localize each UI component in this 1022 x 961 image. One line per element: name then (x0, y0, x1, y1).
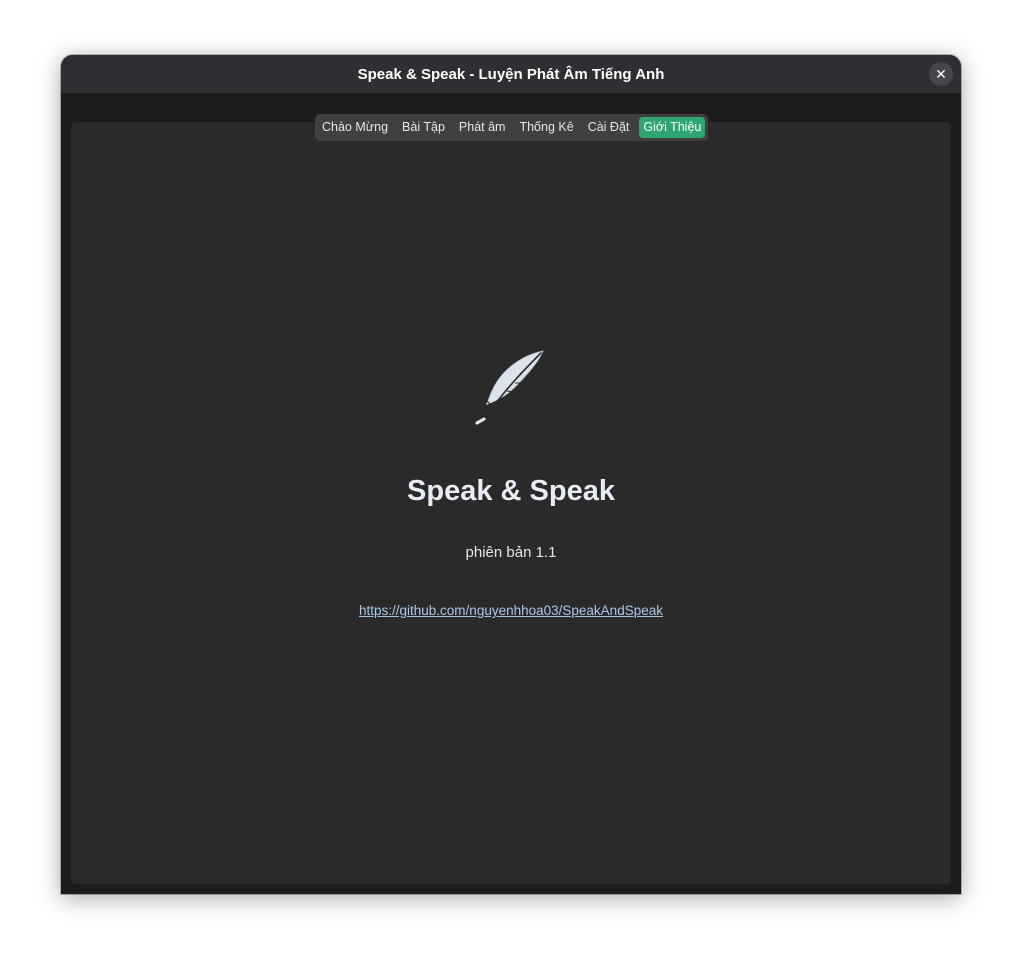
tab-exercises[interactable]: Bài Tập (398, 117, 449, 138)
version-text: phiên bản 1.1 (465, 544, 557, 561)
tab-pronunciation[interactable]: Phát âm (455, 117, 510, 138)
feather-icon (475, 350, 544, 425)
app-name: Speak & Speak (407, 475, 615, 507)
close-icon: ✕ (935, 66, 947, 82)
tab-statistics[interactable]: Thống Kê (515, 117, 577, 138)
tab-bar: Chào Mừng Bài Tập Phát âm Thống Kê Cài Đ… (315, 114, 709, 141)
github-link[interactable]: https://github.com/nguyenhhoa03/SpeakAnd… (359, 603, 663, 618)
window-title: Speak & Speak - Luyện Phát Âm Tiếng Anh (357, 65, 665, 83)
close-button[interactable]: ✕ (929, 62, 953, 86)
tab-welcome[interactable]: Chào Mừng (318, 117, 392, 138)
title-bar: Speak & Speak - Luyện Phát Âm Tiếng Anh … (61, 55, 961, 93)
app-window: Speak & Speak - Luyện Phát Âm Tiếng Anh … (61, 55, 961, 894)
tab-about[interactable]: Giới Thiệu (639, 117, 706, 138)
tab-settings[interactable]: Cài Đặt (584, 117, 634, 138)
github-link-row: https://github.com/nguyenhhoa03/SpeakAnd… (61, 603, 961, 618)
